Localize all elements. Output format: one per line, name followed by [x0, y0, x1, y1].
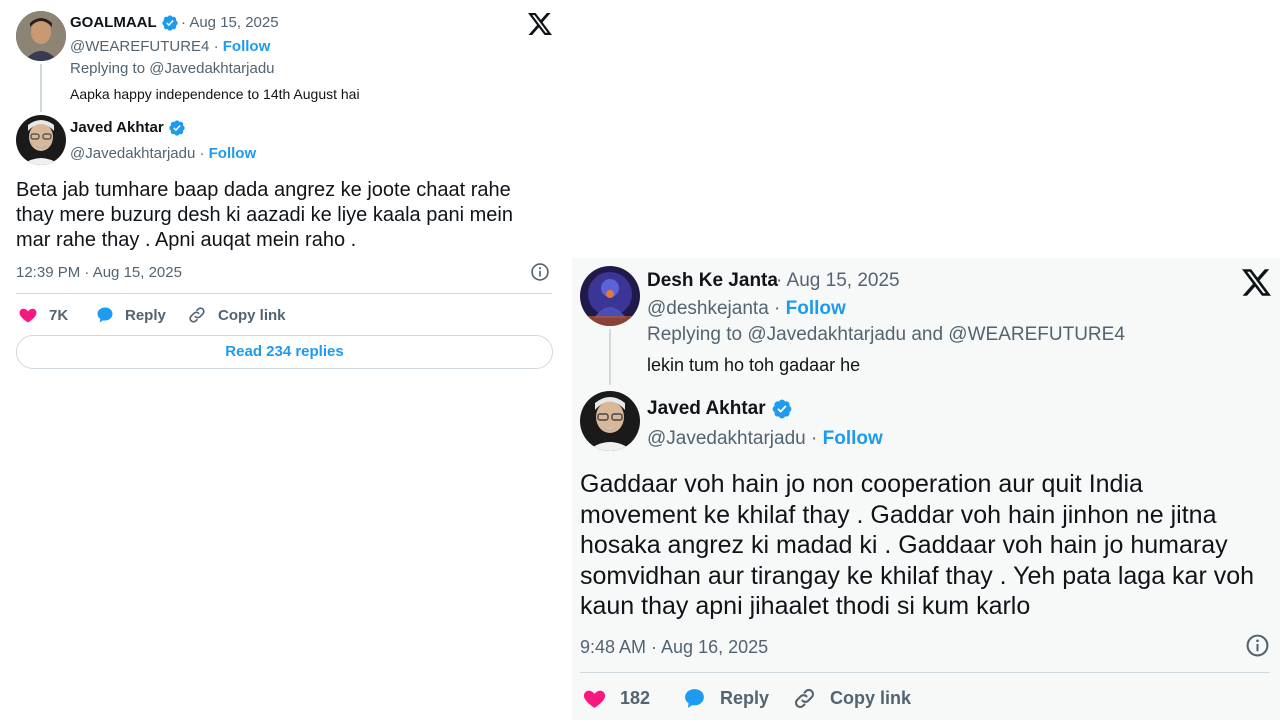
copy-link-button[interactable]: Copy link — [187, 304, 286, 326]
verified-badge-icon — [169, 120, 185, 136]
follow-button[interactable]: Follow — [823, 428, 883, 449]
avatar[interactable] — [16, 11, 66, 61]
thread-line — [609, 329, 611, 385]
like-button[interactable]: 7K — [18, 304, 68, 326]
like-count: 182 — [620, 687, 651, 708]
tweet-timestamp[interactable]: 9:48 AM · Aug 16, 2025 — [580, 637, 768, 658]
user-handle[interactable]: @deshkejanta · Follow — [647, 298, 846, 320]
heart-icon — [583, 690, 606, 708]
tweet-date[interactable]: · Aug 15, 2025 — [776, 270, 900, 292]
display-name[interactable]: GOALMAAL — [70, 14, 179, 32]
avatar[interactable] — [16, 115, 66, 165]
user-handle[interactable]: @Javedakhtarjadu · Follow — [647, 428, 883, 450]
read-replies-button[interactable]: Read 234 replies — [16, 335, 553, 369]
copy-link-label: Copy link — [218, 306, 286, 324]
follow-button[interactable]: Follow — [786, 298, 846, 319]
reply-label: Reply — [125, 306, 166, 324]
verified-badge-icon — [161, 15, 178, 31]
parent-tweet-text: Aapka happy independence to 14th August … — [70, 86, 360, 102]
link-icon — [189, 307, 205, 323]
replying-to[interactable]: Replying to @Javedakhtarjadu — [70, 60, 275, 77]
reply-button[interactable]: Reply — [95, 304, 166, 326]
info-icon[interactable] — [530, 262, 550, 282]
avatar[interactable] — [580, 391, 640, 451]
avatar[interactable] — [580, 266, 640, 326]
like-button[interactable]: 182 — [582, 686, 650, 710]
display-name[interactable]: Javed Akhtar — [647, 398, 793, 420]
tweet-text: Beta jab tumhare baap dada angrez ke joo… — [16, 179, 513, 251]
divider — [580, 672, 1270, 673]
follow-button[interactable]: Follow — [223, 38, 271, 55]
tweet-timestamp[interactable]: 12:39 PM · Aug 15, 2025 — [16, 264, 182, 281]
reply-bubble-icon — [97, 307, 113, 323]
tweet-date[interactable]: · Aug 15, 2025 — [181, 14, 279, 31]
parent-tweet-text: lekin tum ho toh gadaar he — [647, 355, 861, 375]
follow-button[interactable]: Follow — [209, 145, 257, 162]
user-handle[interactable]: @Javedakhtarjadu · Follow — [70, 145, 256, 162]
x-logo-icon[interactable] — [528, 13, 552, 35]
divider — [16, 293, 552, 294]
x-logo-icon[interactable] — [1242, 269, 1271, 296]
display-name[interactable]: Desh Ke Janta — [647, 270, 778, 292]
tweet-text: Gaddaar voh hain jo non cooperation aur … — [580, 470, 1255, 620]
reply-bubble-icon — [685, 688, 704, 708]
link-icon — [794, 688, 815, 708]
display-name[interactable]: Javed Akhtar — [70, 119, 186, 137]
copy-link-label: Copy link — [830, 687, 912, 708]
reply-label: Reply — [720, 687, 770, 708]
tweet-card-1: GOALMAAL · Aug 15, 2025 @WEAREFUTURE4 · … — [0, 0, 567, 380]
thread-line — [40, 64, 42, 112]
like-count: 7K — [49, 306, 69, 324]
copy-link-button[interactable]: Copy link — [792, 686, 911, 710]
heart-icon — [19, 308, 37, 323]
verified-badge-icon — [772, 399, 792, 419]
tweet-card-2: Desh Ke Janta · Aug 15, 2025 @deshkejant… — [572, 258, 1280, 720]
user-handle[interactable]: @WEAREFUTURE4 · Follow — [70, 38, 270, 55]
replying-to[interactable]: Replying to @Javedakhtarjadu and @WEAREF… — [647, 324, 1125, 346]
info-icon[interactable] — [1245, 633, 1270, 658]
reply-button[interactable]: Reply — [682, 686, 769, 710]
